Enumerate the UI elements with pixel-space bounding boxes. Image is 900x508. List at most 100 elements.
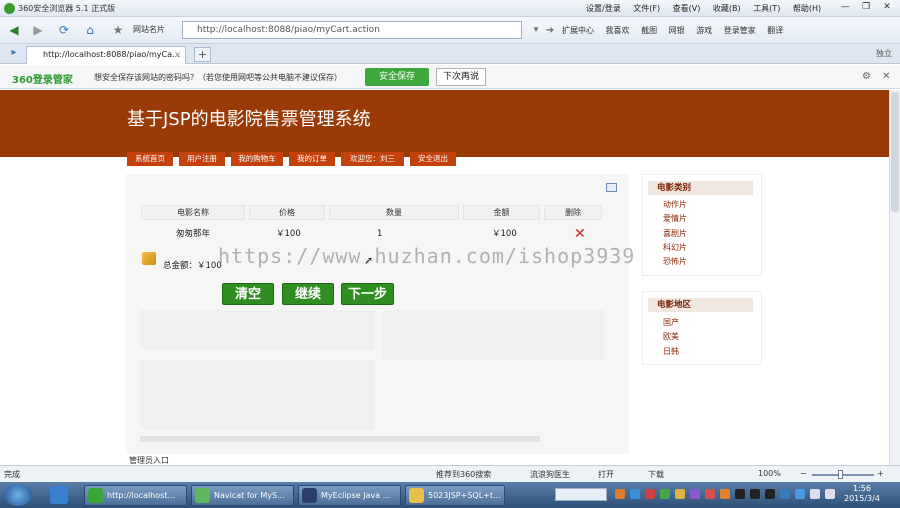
browser-title-bar: 360安全浏览器 5.1 正式版 设置/登录 文件(F) 查看(V) 收藏(B)… bbox=[0, 0, 900, 17]
tray-icon[interactable] bbox=[645, 489, 655, 499]
clear-cart-button[interactable]: 清空 bbox=[222, 283, 274, 305]
tab-bar: ▸ http://localhost:8088/piao/myCa... × +… bbox=[0, 44, 900, 64]
qq-icon[interactable] bbox=[765, 489, 775, 499]
favorite-star-icon[interactable]: ★ bbox=[108, 21, 128, 40]
tray-icon[interactable] bbox=[720, 489, 730, 499]
sidebar-toggle-icon[interactable]: ▸ bbox=[4, 44, 24, 62]
tray-icon[interactable] bbox=[780, 489, 790, 499]
clock-date: 2015/3/4 bbox=[844, 494, 880, 503]
continue-shopping-button[interactable]: 继续 bbox=[282, 283, 334, 305]
region-link-domestic[interactable]: 国产 bbox=[663, 317, 679, 328]
category-title: 电影类别 bbox=[648, 181, 753, 195]
page-scrollbar[interactable] bbox=[889, 90, 900, 465]
close-window-button[interactable]: ✕ bbox=[878, 1, 896, 14]
tray-icon[interactable] bbox=[660, 489, 670, 499]
password-save-bar: 360登录管家 想安全保存该网站的密码吗？（若您使用网吧等公共电脑不建议保存） … bbox=[0, 65, 900, 89]
tray-icon[interactable] bbox=[705, 489, 715, 499]
ebank-button[interactable]: 网银 bbox=[669, 26, 685, 35]
nav-home[interactable]: 系统首页 bbox=[127, 152, 173, 166]
ie-icon[interactable] bbox=[50, 486, 68, 504]
menu-favorites[interactable]: 收藏(B) bbox=[713, 4, 741, 13]
tray-input-box[interactable] bbox=[555, 488, 607, 501]
zoom-slider[interactable] bbox=[812, 474, 874, 476]
cart-row-name: 匆匆那年 bbox=[176, 229, 211, 239]
menu-view[interactable]: 查看(V) bbox=[673, 4, 701, 13]
menu-login[interactable]: 设置/登录 bbox=[586, 4, 621, 13]
category-link-action[interactable]: 动作片 bbox=[663, 199, 687, 210]
refresh-icon[interactable]: ⟳ bbox=[54, 21, 74, 40]
nav-register[interactable]: 用户注册 bbox=[179, 152, 225, 166]
tray-icon[interactable] bbox=[795, 489, 805, 499]
start-button-icon[interactable] bbox=[4, 484, 32, 506]
taskbar-item-browser[interactable]: http://localhost... bbox=[84, 485, 187, 506]
next-step-button[interactable]: 下一步 bbox=[341, 283, 394, 305]
tray-icon[interactable] bbox=[675, 489, 685, 499]
status-download[interactable]: 下载 bbox=[648, 469, 664, 480]
settings-gear-icon[interactable]: ⚙ bbox=[862, 71, 871, 82]
nav-my-cart[interactable]: 我的购物车 bbox=[231, 152, 283, 166]
translate-button[interactable]: 翻译 bbox=[767, 26, 783, 35]
status-open[interactable]: 打开 bbox=[598, 469, 614, 480]
clock-time: 1:56 bbox=[852, 484, 871, 493]
favorites-card[interactable]: 网站名片 bbox=[133, 24, 165, 35]
tray-icon[interactable] bbox=[630, 489, 640, 499]
category-link-horror[interactable]: 恐怖片 bbox=[663, 256, 687, 267]
qq-icon[interactable] bbox=[735, 489, 745, 499]
address-bar[interactable]: http://localhost:8088/piao/myCart.action bbox=[182, 21, 522, 39]
tab-right-label[interactable]: 独立 bbox=[876, 48, 892, 59]
cart-row-qty[interactable]: 1 bbox=[377, 228, 382, 241]
nav-logout[interactable]: 安全退出 bbox=[410, 152, 456, 166]
delete-item-icon[interactable]: ✕ bbox=[574, 227, 586, 241]
forward-button[interactable]: ▶ bbox=[28, 21, 48, 40]
nav-my-orders[interactable]: 我的订单 bbox=[289, 152, 335, 166]
menu-tools[interactable]: 工具(T) bbox=[753, 4, 780, 13]
home-icon[interactable]: ⌂ bbox=[80, 21, 100, 40]
site-title: 基于JSP的电影院售票管理系统 bbox=[127, 109, 371, 130]
maximize-button[interactable]: ❐ bbox=[857, 1, 875, 14]
taskbar-item-myeclipse[interactable]: MyEclipse Java ... bbox=[298, 485, 401, 506]
games-button[interactable]: 游戏 bbox=[696, 26, 712, 35]
zoom-level[interactable]: 100% bbox=[758, 469, 781, 478]
tray-icon[interactable] bbox=[615, 489, 625, 499]
zoom-in-button[interactable]: + bbox=[877, 469, 884, 478]
screenshot-button[interactable]: 截图 bbox=[641, 26, 657, 35]
safe-save-button[interactable]: 安全保存 bbox=[365, 68, 429, 86]
later-button[interactable]: 下次再说 bbox=[436, 68, 486, 86]
category-link-romance[interactable]: 爱情片 bbox=[663, 213, 687, 224]
taskbar-clock[interactable]: 1:56 2015/3/4 bbox=[844, 484, 880, 504]
tray-icon[interactable] bbox=[690, 489, 700, 499]
tab-mycart[interactable]: http://localhost:8088/piao/myCa... × bbox=[26, 46, 186, 64]
new-tab-button[interactable]: + bbox=[194, 47, 211, 62]
minimize-button[interactable]: — bbox=[836, 1, 854, 14]
myeclipse-icon bbox=[302, 488, 317, 503]
taskbar-item-navicat[interactable]: Navicat for MyS... bbox=[191, 485, 294, 506]
status-recommend-360[interactable]: 推荐到360搜索 bbox=[436, 469, 491, 480]
tab-close-icon[interactable]: × bbox=[174, 47, 181, 63]
zoom-out-button[interactable]: − bbox=[800, 469, 807, 478]
region-link-jpkr[interactable]: 日韩 bbox=[663, 346, 679, 357]
region-link-western[interactable]: 欧美 bbox=[663, 331, 679, 342]
menu-file[interactable]: 文件(F) bbox=[633, 4, 660, 13]
volume-icon[interactable] bbox=[825, 489, 835, 499]
like-button[interactable]: 我喜欢 bbox=[606, 26, 630, 35]
login-manager-brand: 360登录管家 bbox=[12, 75, 73, 86]
qq-icon[interactable] bbox=[750, 489, 760, 499]
go-arrow-icon[interactable]: ➔ bbox=[540, 21, 560, 40]
category-link-comedy[interactable]: 喜剧片 bbox=[663, 228, 687, 239]
close-bar-icon[interactable]: ✕ bbox=[882, 71, 890, 82]
toolbar-right: 扩展中心 我喜欢 截图 网银 游戏 登录管家 翻译 bbox=[562, 25, 792, 36]
scrollbar-thumb[interactable] bbox=[891, 92, 899, 212]
nav-welcome-user: 欢迎您：刘三 bbox=[341, 152, 404, 166]
network-icon[interactable] bbox=[810, 489, 820, 499]
category-link-scifi[interactable]: 科幻片 bbox=[663, 242, 687, 253]
status-dog-doctor[interactable]: 流浪狗医生 bbox=[530, 469, 570, 480]
tab-title: http://localhost:8088/piao/myCa... bbox=[43, 50, 180, 59]
extension-center-button[interactable]: 扩展中心 bbox=[562, 26, 594, 35]
zoom-slider-knob[interactable] bbox=[838, 470, 843, 479]
login-manager-button[interactable]: 登录管家 bbox=[724, 26, 756, 35]
col-header-amount: 金额 bbox=[463, 205, 540, 220]
cart-header-icon bbox=[606, 183, 617, 192]
taskbar-item-folder[interactable]: 5023JSP+SQL+t... bbox=[405, 485, 505, 506]
menu-help[interactable]: 帮助(H) bbox=[793, 4, 821, 13]
back-button[interactable]: ◀ bbox=[4, 21, 24, 40]
